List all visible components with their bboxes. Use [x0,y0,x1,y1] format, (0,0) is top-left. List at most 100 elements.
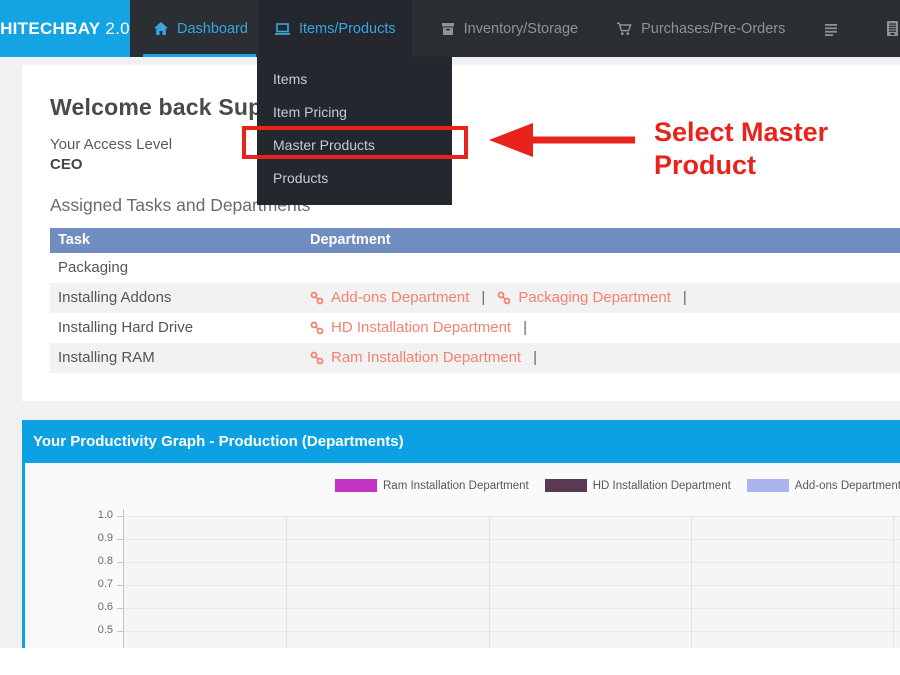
department-link-label: HD Installation Department [331,319,512,336]
highlight-rectangle [242,126,468,159]
active-tab-underline [143,54,256,57]
dropdown-item-item-pricing[interactable]: Item Pricing [257,96,452,129]
task-cell: Installing RAM [58,349,155,366]
dropdown-item-items[interactable]: Items [257,63,452,96]
department-cell: Add-ons Department | Packaging Departmen… [310,283,900,313]
gridline [286,516,287,648]
legend-label: HD Installation Department [592,479,731,492]
annotation-text: Select Master Product [654,116,828,182]
y-axis-tickmark [117,631,123,632]
legend-label: Ram Installation Department [383,479,529,492]
gridline [124,516,900,517]
y-axis-line [123,509,124,648]
nav-label: Purchases/Pre-Orders [641,20,786,37]
y-axis-tick: 0.8 [97,555,113,567]
gridline [124,631,900,632]
cart-icon [616,21,633,37]
brand-name: HITECHBAY [0,18,101,38]
home-icon [153,21,169,37]
table-row: Packaging [50,253,900,283]
department-link-label: Add-ons Department [331,289,470,306]
task-cell: Installing Hard Drive [58,319,194,336]
brand-version: 2.0 [105,18,130,38]
department-cell: HD Installation Department | [310,313,900,343]
nav-item-tasks-operations[interactable] [813,0,857,57]
gridline [893,516,894,648]
annotation-line-2: Product [654,150,757,180]
table-row: Installing Addons Add-ons Department | P… [50,283,900,313]
legend-item[interactable]: Add-ons Department [746,479,900,492]
separator: | [533,349,537,366]
table-row: Installing RAM Ram Installation Departme… [50,343,900,373]
department-link-label: Packaging Department [518,289,671,306]
department-link[interactable]: Packaging Department [497,283,671,313]
nav-item-purchases-preorders[interactable]: Purchases/Pre-Orders [606,0,795,57]
department-cell: Ram Installation Department | [310,343,900,373]
task-cell: Installing Addons [58,289,172,306]
y-axis-tickmark [117,562,123,563]
gridline [124,608,900,609]
annotation-arrow-icon [487,121,637,159]
table-header-row: Task Department [50,228,900,253]
department-link[interactable]: Add-ons Department [310,283,469,313]
department-link[interactable]: Ram Installation Department [310,343,521,373]
brand-logo[interactable]: HITECHBAY 2.0 [0,0,130,57]
department-link-label: Ram Installation Department [331,349,522,366]
y-axis-tickmark [117,608,123,609]
legend-swatch [544,479,587,492]
column-header-department: Department [310,232,391,248]
welcome-heading: Welcome back Sup [50,94,263,120]
legend-swatch [746,479,789,492]
nav-menu: Dashboard Items/Products Inventory/Stora… [143,0,900,57]
gridline [691,516,692,648]
chart-panel-title: Your Productivity Graph - Production (De… [22,420,900,463]
legend-label: Add-ons Department [794,479,900,492]
link-icon [310,351,324,365]
department-cell [310,253,900,283]
y-axis-tickmark [117,516,123,517]
column-header-task: Task [58,232,90,248]
gridline [489,516,490,648]
nav-item-dashboard[interactable]: Dashboard [143,0,258,57]
top-navbar: HITECHBAY 2.0 Dashboard Items/Products I… [0,0,900,57]
y-axis-tick: 0.9 [97,532,113,544]
y-axis-tickmark [117,539,123,540]
department-link[interactable]: HD Installation Department [310,313,511,343]
annotation-line-1: Select Master [654,117,829,147]
nav-label: Dashboard [177,20,248,37]
gridline [124,539,900,540]
legend-item[interactable]: HD Installation Department [544,479,731,492]
tasks-departments-table: Task Department Packaging Installing Add… [50,228,900,373]
chart-legend: Ram Installation Department HD Installat… [335,479,900,492]
task-list-icon [823,21,839,37]
productivity-graph-panel: Your Productivity Graph - Production (De… [22,420,900,648]
nav-item-reports[interactable] [875,0,900,57]
gridline [124,585,900,586]
access-level-value: CEO [50,156,83,173]
task-cell: Packaging [58,259,129,276]
link-icon [310,291,324,305]
laptop-icon [274,21,291,37]
access-level-label: Your Access Level [50,136,173,153]
y-axis-tick: 0.5 [97,624,113,636]
ledger-icon [885,20,900,37]
link-icon [310,321,324,335]
dropdown-item-products[interactable]: Products [257,162,452,195]
archive-icon [440,21,456,37]
chart-area: Ram Installation Department HD Installat… [22,463,900,648]
nav-label: Items/Products [298,20,396,37]
link-icon [497,291,511,305]
y-axis-tick: 0.6 [97,601,113,613]
legend-item[interactable]: Ram Installation Department [335,479,529,492]
y-axis-tickmark [117,585,123,586]
plot-background [124,516,900,648]
nav-item-items-products[interactable]: Items/Products [257,0,412,57]
separator: | [481,289,486,306]
y-axis-tick: 1.0 [97,509,113,521]
separator: | [523,319,527,336]
nav-label: Inventory/Storage [463,20,579,37]
y-axis-tick: 0.7 [97,578,113,590]
gridline [124,562,900,563]
legend-swatch [335,479,377,492]
nav-item-inventory-storage[interactable]: Inventory/Storage [430,0,588,57]
